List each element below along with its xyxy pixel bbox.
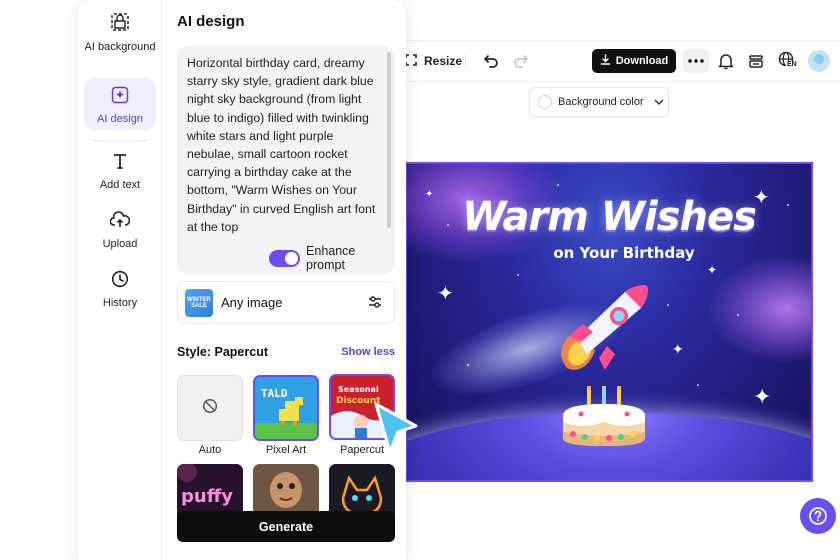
star-dot xyxy=(557,184,559,186)
card-subtitle: on Your Birthday xyxy=(553,244,695,262)
rail-item-history[interactable]: History xyxy=(84,270,156,310)
reference-label: Any image xyxy=(221,295,283,310)
style-tile-auto[interactable] xyxy=(177,375,243,441)
prompt-textarea[interactable]: Horizontal birthday card, dreamy starry … xyxy=(177,46,395,274)
nebula xyxy=(707,254,811,364)
ai-design-icon xyxy=(111,86,129,108)
reference-thumbnail: WINTER SALE xyxy=(185,288,213,317)
style-tile-pixel-art[interactable]: TALD xyxy=(253,375,319,441)
more-options-button[interactable] xyxy=(683,49,709,73)
rail-label: AI design xyxy=(97,113,143,126)
star-dot xyxy=(467,364,469,366)
tool-rail: AI background AI design Add text Upload xyxy=(78,0,162,560)
rail-label: AI background xyxy=(84,41,156,54)
download-icon xyxy=(600,54,611,68)
star-dot xyxy=(667,304,669,306)
svg-text:puffy: puffy xyxy=(181,486,233,507)
chevron-down-icon xyxy=(654,96,664,108)
language-badge: EN xyxy=(786,61,798,68)
generate-button[interactable]: Generate xyxy=(177,511,395,542)
resize-button[interactable]: Resize xyxy=(404,51,462,71)
upload-icon xyxy=(109,211,131,233)
inbox-icon[interactable] xyxy=(746,51,766,71)
language-button[interactable]: EN xyxy=(775,50,799,70)
sliders-icon[interactable] xyxy=(368,295,382,312)
redo-icon[interactable] xyxy=(511,51,531,71)
undo-icon[interactable] xyxy=(481,51,501,71)
style-tile-label: Auto xyxy=(198,444,222,456)
enhance-prompt-label: Enhance prompt xyxy=(306,244,356,272)
svg-text:Seasonal: Seasonal xyxy=(338,385,379,394)
show-less-link[interactable]: Show less xyxy=(341,346,395,358)
sparkle-star: ✦ xyxy=(437,283,454,305)
help-button[interactable] xyxy=(800,498,836,534)
style-label: Style: Papercut xyxy=(177,345,269,359)
style-tile-label: Pixel Art xyxy=(265,444,307,456)
sparkle-star: ✦ xyxy=(707,263,718,277)
panel-content: AI design Horizontal birthday card, drea… xyxy=(162,0,406,560)
resize-label: Resize xyxy=(424,54,463,68)
rail-item-upload[interactable]: Upload xyxy=(84,211,156,251)
background-color-label: Background color xyxy=(558,96,644,108)
ai-design-panel: AI background AI design Add text Upload xyxy=(78,0,406,560)
enhance-prompt-control[interactable]: Enhance prompt xyxy=(269,244,395,272)
prompt-text: Horizontal birthday card, dreamy starry … xyxy=(187,56,376,234)
enhance-prompt-toggle[interactable] xyxy=(269,249,301,267)
card-title: Warm Wishes xyxy=(462,194,757,240)
download-button[interactable]: Download xyxy=(592,49,676,73)
sparkle-star: ✦ xyxy=(672,341,684,357)
reference-image-selector[interactable]: WINTER SALE Any image xyxy=(177,281,395,324)
pointer-cursor-icon xyxy=(374,402,418,454)
rail-label: Add text xyxy=(99,179,141,192)
color-swatch xyxy=(538,95,552,109)
rocket-illustration xyxy=(561,285,648,370)
download-label: Download xyxy=(615,55,669,67)
help-icon xyxy=(809,507,827,525)
star-dot xyxy=(697,384,699,386)
birthday-cake-illustration xyxy=(563,386,645,446)
star-dot xyxy=(737,314,739,316)
prompt-scrollbar[interactable] xyxy=(387,52,391,228)
rail-divider xyxy=(92,140,148,141)
background-color-button[interactable]: Background color xyxy=(529,87,669,117)
sparkle-star: ✦ xyxy=(753,384,772,409)
rail-item-ai-design[interactable]: AI design xyxy=(84,78,156,130)
text-icon xyxy=(111,152,129,174)
resize-icon xyxy=(404,53,418,70)
rail-label: Upload xyxy=(102,238,138,251)
ai-background-icon xyxy=(110,12,130,36)
bell-icon[interactable] xyxy=(716,51,736,71)
rail-label: History xyxy=(102,297,138,310)
toolbar-divider xyxy=(465,52,466,70)
pixel-art-thumbnail: TALD xyxy=(255,377,317,439)
more-icon xyxy=(688,59,704,63)
star-dot xyxy=(517,274,519,276)
no-style-icon xyxy=(202,398,218,419)
avatar[interactable] xyxy=(808,50,830,72)
svg-text:TALD: TALD xyxy=(261,387,288,400)
design-canvas[interactable]: ✦ ✦ ✦ ✦ ✦ ✦ Warm Wishes on Your Birthday xyxy=(405,162,813,482)
rail-item-ai-background[interactable]: AI background xyxy=(84,12,156,68)
panel-title: AI design xyxy=(177,13,245,30)
rail-item-add-text[interactable]: Add text xyxy=(84,152,156,192)
history-icon xyxy=(111,270,129,292)
